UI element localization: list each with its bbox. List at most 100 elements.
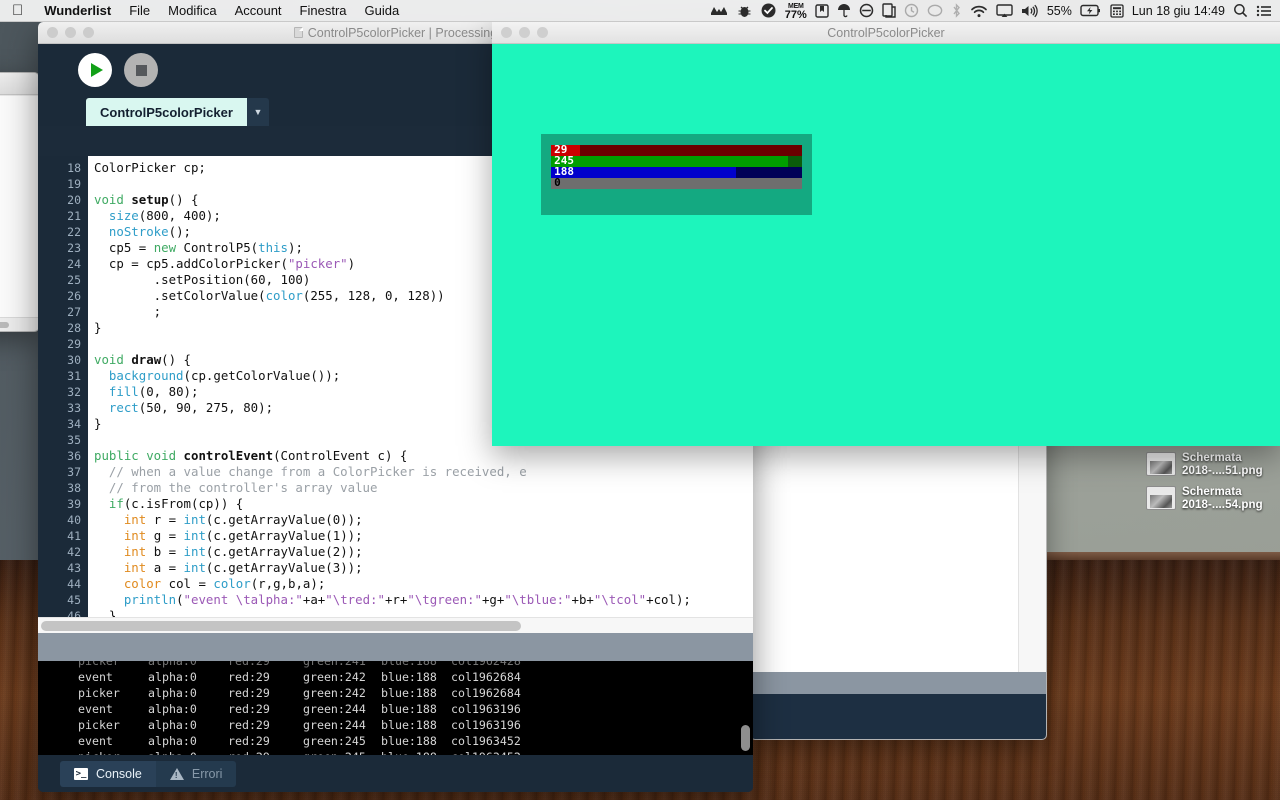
sketch-titlebar[interactable]: ControlP5colorPicker xyxy=(492,22,1280,44)
color-slider-alpha[interactable]: 0 xyxy=(551,175,803,189)
slider-track xyxy=(551,177,803,189)
code-line[interactable]: // from the controller's array value xyxy=(88,480,753,496)
sketch-canvas[interactable]: 29 245 188 0 xyxy=(492,44,1280,446)
code-line[interactable]: public void controlEvent(ControlEvent c)… xyxy=(88,448,753,464)
circle-slash-icon[interactable] xyxy=(859,0,874,22)
code-token: new xyxy=(153,240,184,255)
tab-errors[interactable]: Errori xyxy=(155,760,237,787)
code-token: (50, 90, 275, 80); xyxy=(138,400,274,415)
console-row: event alpha:0 red:29 green:244 blue:188 col19… xyxy=(38,701,753,717)
wifi-icon[interactable] xyxy=(970,0,988,22)
bug-icon[interactable] xyxy=(737,0,752,22)
tab-menu-button[interactable]: ▼ xyxy=(246,98,269,126)
code-token: (c.getArrayValue(3)); xyxy=(205,560,363,575)
color-slider-green[interactable]: 245 xyxy=(551,154,803,167)
tab-sketch[interactable]: ControlP5colorPicker xyxy=(86,98,247,126)
line-number: 39 xyxy=(67,497,81,511)
code-token: (800, 400); xyxy=(138,208,221,223)
macos-menu-bar:  Wunderlist File Modifica Account Fines… xyxy=(0,0,1280,22)
color-picker-widget[interactable]: 29 245 188 0 xyxy=(551,143,803,193)
tab-console[interactable]: >_ Console xyxy=(60,760,156,787)
code-line[interactable]: if(c.isFrom(cp)) { xyxy=(88,496,753,512)
duplicate-icon[interactable] xyxy=(882,0,896,22)
console-cell-green: green:242 xyxy=(303,686,366,700)
line-number: 19 xyxy=(67,177,81,191)
code-line[interactable]: int r = int(c.getArrayValue(0)); xyxy=(88,512,753,528)
console-row: picker alpha:0 red:29 green:242 blue:188 col1… xyxy=(38,685,753,701)
menubar-datetime[interactable]: Lun 18 giu 14:49 xyxy=(1132,4,1225,18)
ide-bottom-bar: >_ Console Errori xyxy=(38,755,753,792)
color-slider-red[interactable]: 29 xyxy=(551,143,803,156)
code-line[interactable]: println("event \talpha:"+a+"\tred:"+r+"\… xyxy=(88,592,753,608)
spotlight-search-icon[interactable] xyxy=(1233,0,1248,22)
editor-horizontal-scrollbar-track[interactable] xyxy=(38,617,753,633)
code-token: } xyxy=(94,320,102,335)
line-number: 18 xyxy=(67,161,81,175)
code-token: ControlP5( xyxy=(183,240,259,255)
color-slider-blue[interactable]: 188 xyxy=(551,165,803,178)
apple-logo-icon[interactable]:  xyxy=(12,3,23,18)
menu-item-file[interactable]: File xyxy=(120,0,159,22)
bat-helper-icon[interactable] xyxy=(709,0,729,22)
desktop-file-icon[interactable]: Schermata 2018-....54.png xyxy=(1146,486,1266,512)
code-token: color xyxy=(123,576,169,591)
line-number: 24 xyxy=(67,257,81,271)
console-scrollbar-thumb[interactable] xyxy=(741,725,750,751)
menu-item-account[interactable]: Account xyxy=(226,0,291,22)
code-token: ) xyxy=(347,256,356,271)
line-number: 34 xyxy=(67,417,81,431)
line-number: 31 xyxy=(67,369,81,383)
battery-percent: 55% xyxy=(1046,3,1072,18)
editor-horizontal-scrollbar-thumb[interactable] xyxy=(41,621,521,631)
volume-icon[interactable] xyxy=(1021,0,1039,22)
console-cell-blue: blue:188 xyxy=(381,718,437,732)
code-token: color xyxy=(265,288,303,303)
code-token: b = xyxy=(153,544,184,559)
menu-app-name[interactable]: Wunderlist xyxy=(35,0,120,22)
background-window-left[interactable] xyxy=(0,72,40,332)
code-token: .setPosition(60, 100) xyxy=(94,272,311,287)
code-token: int xyxy=(123,544,154,559)
battery-charging-icon[interactable] xyxy=(1080,0,1102,22)
code-token: println xyxy=(123,592,177,607)
sketch-output-window[interactable]: ControlP5colorPicker 29 245 188 0 xyxy=(492,22,1280,446)
background-window-left-titlebar[interactable] xyxy=(0,73,39,95)
console-cell-col: col1962684 xyxy=(451,670,521,684)
airplay-icon[interactable] xyxy=(996,0,1013,22)
umbrella-icon[interactable] xyxy=(837,0,851,22)
cloud-check-icon[interactable] xyxy=(760,0,777,22)
code-line[interactable]: // when a value change from a ColorPicke… xyxy=(88,464,753,480)
slider-knob[interactable] xyxy=(788,155,803,167)
stop-icon xyxy=(135,64,147,76)
line-number: 38 xyxy=(67,481,81,495)
code-token: "\tcol" xyxy=(593,592,647,607)
console-cell-alpha: alpha:0 xyxy=(148,661,197,668)
input-menu-icon[interactable] xyxy=(1110,0,1124,22)
code-token: // when a value change from a ColorPicke… xyxy=(94,464,527,479)
menu-item-guida[interactable]: Guida xyxy=(356,0,409,22)
desktop-file-icon[interactable]: Schermata 2018-....51.png xyxy=(1146,452,1266,478)
code-line[interactable]: int g = int(c.getArrayValue(1)); xyxy=(88,528,753,544)
notification-center-icon[interactable] xyxy=(1256,0,1272,22)
line-number: 29 xyxy=(67,337,81,351)
bookmark-icon[interactable] xyxy=(815,0,829,22)
code-token: size xyxy=(108,208,139,223)
console-cell-green: green:245 xyxy=(303,734,366,748)
code-token: rect xyxy=(108,400,139,415)
memory-usage-indicator[interactable]: MEM 77% xyxy=(785,3,807,21)
code-line[interactable]: color col = color(r,g,b,a); xyxy=(88,576,753,592)
code-line[interactable]: int b = int(c.getArrayValue(2)); xyxy=(88,544,753,560)
code-line[interactable]: int a = int(c.getArrayValue(3)); xyxy=(88,560,753,576)
menu-item-modifica[interactable]: Modifica xyxy=(159,0,225,22)
code-token: (r,g,b,a); xyxy=(250,576,326,591)
slider-value-label: 0 xyxy=(554,175,561,189)
run-sketch-button[interactable] xyxy=(78,53,112,87)
stop-sketch-button[interactable] xyxy=(124,53,158,87)
ide-window-title-text: ControlP5colorPicker | Processing xyxy=(307,25,498,40)
menu-item-finestra[interactable]: Finestra xyxy=(291,0,356,22)
console-cell-red: red:29 xyxy=(228,702,270,716)
console-row: picker alpha:0 red:29 green:241 blue:188 col1… xyxy=(38,661,753,669)
